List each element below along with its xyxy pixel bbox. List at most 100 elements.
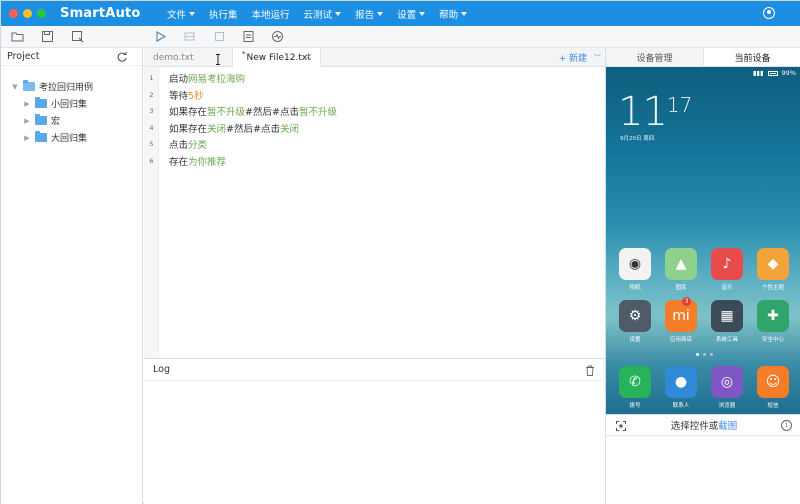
caret-down-icon	[377, 11, 384, 16]
tree-root[interactable]: ▼ 考拉回归用例	[1, 78, 142, 95]
app-shortcut[interactable]: ◎ 浏览器	[704, 366, 750, 409]
menu-item-4[interactable]: 报告	[355, 7, 384, 21]
tree-item[interactable]: ▶ 小回归集	[1, 95, 142, 112]
tab-device-manage[interactable]: 设备管理	[606, 48, 704, 66]
app-icon: ◆	[757, 248, 789, 280]
menu-item-2[interactable]: 本地运行	[252, 7, 290, 21]
code-line[interactable]: 4 如果存在关闭#然后#点击关闭	[144, 120, 605, 137]
tree-item-label: 大回归集	[51, 134, 88, 144]
tree-item[interactable]: ▶ 大回归集	[1, 129, 142, 146]
tab-current-device[interactable]: 当前设备	[704, 48, 800, 66]
trash-icon[interactable]	[585, 365, 595, 376]
app-glyph: ♪	[722, 256, 732, 272]
user-icon[interactable]	[763, 7, 775, 19]
app-shortcut[interactable]: ▦ 系统工具	[704, 300, 750, 343]
page-dot	[695, 353, 699, 356]
open-folder-icon[interactable]	[11, 30, 24, 43]
stop-icon[interactable]	[213, 30, 226, 43]
code-token: 暂不升级	[207, 107, 246, 119]
app-label: 短信	[767, 403, 779, 409]
notification-badge: 3	[682, 297, 691, 306]
app-shortcut[interactable]: ☺ 短信	[750, 366, 796, 409]
menu-bar: 文件 执行集 本地运行 云测试 报告 设置 帮助	[167, 1, 481, 26]
code-line[interactable]: 1 启动网易考拉海购	[144, 70, 605, 87]
save-as-icon[interactable]	[71, 30, 84, 43]
app-shortcut[interactable]: ● 联系人	[658, 366, 704, 409]
code-text: 等待5秒	[169, 88, 204, 102]
menu-item-6[interactable]: 帮助	[439, 7, 468, 21]
app-shortcut[interactable]: ✆ 拨号	[612, 366, 658, 409]
app-shortcut[interactable]: ▲ 图库	[658, 248, 704, 291]
app-glyph: mi	[672, 308, 690, 324]
mouse-cursor-icon	[216, 54, 220, 65]
app-shortcut[interactable]: ◉ 相机	[612, 248, 658, 291]
close-window-button[interactable]	[9, 9, 18, 18]
code-token: 关闭	[279, 123, 299, 135]
code-line[interactable]: 2 等待5秒	[144, 87, 605, 104]
lockscreen-date: 9月20日 周四	[620, 136, 655, 142]
report-icon[interactable]	[242, 30, 255, 43]
screenshot-link[interactable]: 截图	[718, 418, 737, 432]
project-panel: Project ▼ 考拉回归用例 ▶ 小回归集 ▶ 宏 ▶ 大回归集	[1, 48, 143, 504]
menu-item-0[interactable]: 文件	[167, 7, 196, 21]
code-line[interactable]: 3 如果存在暂不升级#然后#点击暂不升级	[144, 103, 605, 120]
tree-item[interactable]: ▶ 宏	[1, 112, 142, 129]
chevron-down-icon[interactable]: ﹀	[594, 53, 601, 63]
info-icon[interactable]: i	[781, 420, 792, 431]
code-editor[interactable]: 1 启动网易考拉海购 2 等待5秒 3 如果存在暂不升级#然后#点击暂不升级 4 如果存在关闭…	[144, 70, 605, 169]
project-tree: ▼ 考拉回归用例 ▶ 小回归集 ▶ 宏 ▶ 大回归集	[1, 66, 142, 146]
app-shortcut[interactable]: ✚ 安全中心	[750, 300, 796, 343]
maximize-window-button[interactable]	[37, 9, 46, 18]
battery-level: 99%	[781, 69, 796, 77]
menu-item-1[interactable]: 执行集	[209, 7, 238, 21]
project-title: Project	[7, 51, 40, 62]
app-glyph: ◉	[628, 256, 642, 272]
folder-icon	[35, 131, 47, 142]
app-window: SmartAuto 文件 执行集 本地运行 云测试 报告 设置 帮助 Proje…	[0, 0, 800, 504]
tab-new-file-label: New File12.txt	[246, 52, 311, 63]
tree-item-label: 小回归集	[51, 100, 88, 110]
status-bar: ▮▮▮ 99%	[606, 67, 800, 79]
tab-demo-label: demo.txt	[153, 52, 194, 63]
log-panel: Log	[144, 358, 605, 504]
tab-new-file[interactable]: * New File12.txt ×	[232, 48, 321, 67]
code-token: #然后#点击	[226, 123, 280, 135]
expand-right-icon[interactable]: ▶	[22, 134, 32, 142]
tab-close-icon[interactable]: ×	[304, 52, 312, 62]
app-label: 浏览器	[718, 403, 736, 409]
app-shortcut[interactable]: ⚙ 设置	[612, 300, 658, 343]
app-label: 拨号	[629, 403, 641, 409]
log-title: Log	[153, 364, 170, 375]
new-file-button[interactable]: + 新建 ﹀	[559, 51, 601, 65]
expand-right-icon[interactable]: ▶	[22, 100, 32, 108]
app-shortcut[interactable]: ◆ 个性主题	[750, 248, 796, 291]
app-label: 相机	[629, 285, 641, 291]
menu-item-3[interactable]: 云测试	[304, 7, 342, 21]
app-shortcut[interactable]: mi 3 应用商店	[658, 297, 704, 343]
code-line[interactable]: 5 点击分类	[144, 136, 605, 153]
page-dot	[709, 353, 713, 356]
lockscreen-clock: 1117	[618, 89, 692, 135]
app-icon: ◎	[711, 366, 743, 398]
device-tabs: 设备管理 当前设备	[606, 48, 800, 67]
app-label: 安全中心	[761, 337, 784, 343]
app-shortcut[interactable]: ♪ 音乐	[704, 248, 750, 291]
device-screen[interactable]: ▮▮▮ 99% 1117 9月20日 周四 ◉ 相机 ▲ 图库 ♪ 音乐 ◆ 个性主题 ⚙ 设置 m…	[606, 67, 800, 414]
save-icon[interactable]	[41, 30, 54, 43]
toolbar	[1, 26, 800, 48]
record-icon[interactable]	[271, 30, 284, 43]
expand-right-icon[interactable]: ▶	[22, 117, 32, 125]
step-icon[interactable]	[183, 30, 196, 43]
expand-down-icon[interactable]: ▼	[10, 83, 20, 91]
refresh-icon[interactable]	[116, 51, 128, 63]
app-icon: ♪	[711, 248, 743, 280]
line-number: 5	[149, 140, 154, 149]
run-icon[interactable]	[154, 30, 167, 43]
app-icon: ☺	[757, 366, 789, 398]
menu-item-5[interactable]: 设置	[397, 7, 426, 21]
code-line[interactable]: 6 存在为你推荐	[144, 153, 605, 170]
minimize-window-button[interactable]	[23, 9, 32, 18]
code-token: 存在	[169, 156, 189, 168]
scan-icon[interactable]	[616, 421, 626, 431]
clock-hour: 11	[618, 89, 668, 135]
